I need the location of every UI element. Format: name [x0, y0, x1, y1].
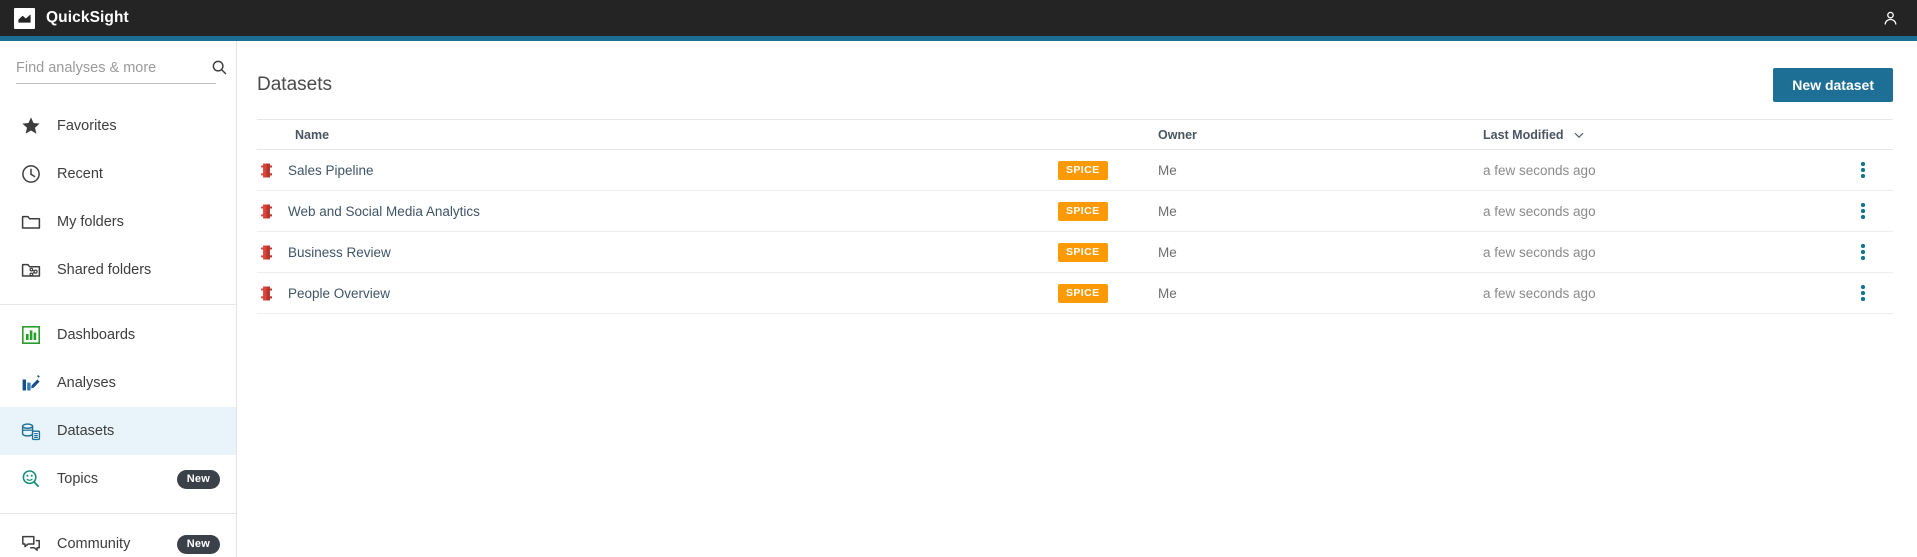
dataset-name-cell[interactable]: Sales Pipeline [257, 161, 1058, 180]
quicksight-chart-logo-icon [14, 7, 35, 29]
last-modified-cell: a few seconds ago [1483, 162, 1596, 178]
top-bar: QuickSight [0, 0, 1917, 36]
last-modified-cell: a few seconds ago [1483, 244, 1596, 260]
kebab-menu-icon[interactable] [1853, 238, 1873, 266]
owner-cell: Me [1158, 203, 1177, 219]
sidebar-item-my-folders[interactable]: My folders [0, 198, 236, 246]
spice-badge: SPICE [1058, 160, 1108, 180]
sidebar-item-dashboards[interactable]: Dashboards [0, 311, 236, 359]
analysis-icon [20, 372, 42, 394]
owner-cell: Me [1158, 162, 1177, 178]
column-header-name[interactable]: Name [257, 128, 1058, 142]
row-actions-cell [1833, 156, 1893, 184]
kebab-menu-icon[interactable] [1853, 279, 1873, 307]
dataset-name-cell[interactable]: Business Review [257, 243, 1058, 262]
dataset-name-cell[interactable]: People Overview [257, 284, 1058, 303]
sidebar-item-label: Topics [57, 471, 99, 487]
spice-badge: SPICE [1058, 242, 1108, 262]
datasets-table: Name Owner Last Modified Sales Pipeline … [257, 119, 1893, 314]
last-modified-cell: a few seconds ago [1483, 203, 1596, 219]
last-modified-cell: a few seconds ago [1483, 285, 1596, 301]
dataset-name-cell[interactable]: Web and Social Media Analytics [257, 202, 1058, 221]
column-header-owner[interactable]: Owner [1158, 128, 1483, 142]
badge-cell: SPICE [1058, 242, 1158, 262]
sidebar-item-label: Shared folders [57, 262, 152, 278]
table-row[interactable]: Sales Pipeline SPICE Me a few seconds ag… [257, 150, 1893, 191]
sidebar-divider [0, 513, 236, 514]
row-actions-cell [1833, 279, 1893, 307]
sidebar-item-label: Analyses [57, 375, 116, 391]
sidebar-item-datasets[interactable]: Datasets [0, 407, 236, 455]
table-row[interactable]: Business Review SPICE Me a few seconds a… [257, 232, 1893, 273]
new-badge: New [176, 469, 220, 489]
quicksight-app: QuickSight Favor [0, 0, 1917, 557]
row-actions-cell [1833, 197, 1893, 225]
dataset-red-cube-icon [257, 284, 276, 303]
kebab-menu-icon[interactable] [1853, 197, 1873, 225]
search-icon[interactable] [209, 59, 230, 76]
owner-cell: Me [1158, 244, 1177, 260]
sidebar-item-label: Recent [57, 166, 103, 182]
column-header-last-modified-label: Last Modified [1483, 127, 1564, 142]
search-area [0, 41, 236, 84]
topics-icon [20, 468, 42, 490]
sidebar-item-analyses[interactable]: Analyses [0, 359, 236, 407]
community-icon [20, 533, 42, 555]
folder-icon [20, 211, 42, 233]
sidebar-item-label: Datasets [57, 423, 115, 439]
dataset-name: People Overview [288, 285, 391, 301]
table-row[interactable]: People Overview SPICE Me a few seconds a… [257, 273, 1893, 314]
main-header: Datasets New dataset [237, 41, 1917, 107]
sidebar-divider [0, 304, 236, 305]
dataset-red-cube-icon [257, 202, 276, 221]
row-actions-cell [1833, 238, 1893, 266]
table-row[interactable]: Web and Social Media Analytics SPICE Me … [257, 191, 1893, 232]
dataset-icon [20, 420, 42, 442]
chevron-down-icon [1573, 129, 1585, 141]
search-input[interactable] [16, 59, 203, 76]
brand[interactable]: QuickSight [14, 7, 129, 29]
dataset-red-cube-icon [257, 243, 276, 262]
sidebar-item-community[interactable]: Community New [0, 520, 236, 557]
brand-name: QuickSight [46, 9, 129, 26]
dataset-name: Sales Pipeline [288, 162, 374, 178]
sidebar-item-topics[interactable]: Topics New [0, 455, 236, 503]
sidebar-item-label: Dashboards [57, 327, 136, 343]
badge-cell: SPICE [1058, 283, 1158, 303]
main-content: Datasets New dataset Name Owner Last Mod… [237, 41, 1917, 557]
new-badge: New [176, 534, 220, 554]
user-account-icon[interactable] [1879, 7, 1901, 29]
sidebar-nav: Favorites Recent My folders Shared folde… [0, 102, 236, 557]
dataset-red-cube-icon [257, 161, 276, 180]
table-header-row: Name Owner Last Modified [257, 119, 1893, 150]
shared-folder-icon [20, 259, 42, 281]
owner-cell: Me [1158, 285, 1177, 301]
sidebar-item-label: My folders [57, 214, 124, 230]
body: Favorites Recent My folders [0, 41, 1917, 557]
kebab-menu-icon[interactable] [1853, 156, 1873, 184]
search-row [16, 59, 227, 84]
column-header-last-modified[interactable]: Last Modified [1483, 128, 1833, 142]
sidebar-item-shared-folders[interactable]: Shared folders [0, 246, 236, 294]
clock-icon [20, 163, 42, 185]
sidebar-item-label: Community [57, 536, 131, 552]
new-dataset-button[interactable]: New dataset [1773, 68, 1893, 102]
spice-badge: SPICE [1058, 201, 1108, 221]
badge-cell: SPICE [1058, 160, 1158, 180]
dashboard-icon [20, 324, 42, 346]
dataset-name: Web and Social Media Analytics [288, 203, 480, 219]
sidebar: Favorites Recent My folders [0, 41, 237, 557]
sidebar-item-label: Favorites [57, 118, 117, 134]
dataset-name: Business Review [288, 244, 391, 260]
page-title: Datasets [257, 74, 332, 95]
sidebar-item-recent[interactable]: Recent [0, 150, 236, 198]
star-icon [20, 115, 42, 137]
badge-cell: SPICE [1058, 201, 1158, 221]
spice-badge: SPICE [1058, 283, 1108, 303]
sidebar-item-favorites[interactable]: Favorites [0, 102, 236, 150]
